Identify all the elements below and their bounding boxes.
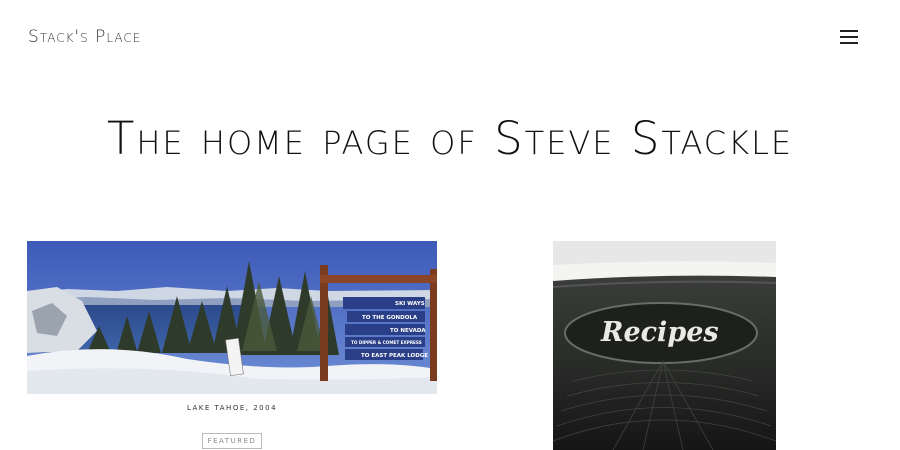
post-thumbnail-lake-tahoe[interactable]: SKI WAYS TO THE GONDOLA TO NEVADA TO DIP… [27,241,437,394]
page-title: The home page of Steve Stackle [106,112,794,165]
ski-area-sign: SKI WAYS TO THE GONDOLA TO NEVADA TO DIP… [343,297,428,360]
hamburger-menu-icon[interactable] [840,30,862,46]
sign-text: TO NEVADA [390,328,426,334]
menu-bar [840,36,858,38]
post-caption: LAKE TAHOE, 2004 [186,404,278,412]
site-title-link[interactable]: Stack's Place [28,27,141,47]
sign-text: TO DIPPER & COMET EXPRESS [351,340,422,345]
sign-text: TO EAST PEAK LODGE [361,353,428,359]
sign-text: TO THE GONDOLA [362,315,418,321]
lake-tahoe-photo: SKI WAYS TO THE GONDOLA TO NEVADA TO DIP… [27,241,437,394]
recipes-box-photo: Recipes [553,241,776,450]
featured-badge[interactable]: FEATURED [202,433,262,449]
post-card: SKI WAYS TO THE GONDOLA TO NEVADA TO DIP… [27,241,437,449]
sign-text: SKI WAYS [395,301,425,307]
site-header: Stack's Place [0,0,900,80]
post-thumbnail-recipes[interactable]: Recipes [553,241,776,450]
menu-bar [840,42,858,44]
post-card: Recipes [553,241,776,450]
recipes-box-label: Recipes [600,317,719,348]
menu-bar [840,30,858,32]
